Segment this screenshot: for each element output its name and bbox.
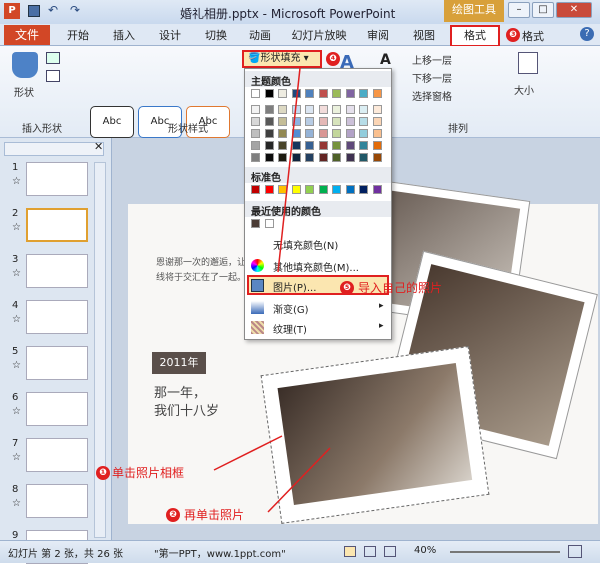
theme-name: "第一PPT，www.1ppt.com" <box>154 549 286 560</box>
fit-slide-icon[interactable] <box>568 545 582 558</box>
zoom-level[interactable]: 40% <box>414 545 436 556</box>
status-bar: 幻灯片 第 2 张，共 26 张 "第一PPT，www.1ppt.com" 40… <box>0 540 600 563</box>
reading-view-icon[interactable] <box>384 546 396 557</box>
zoom-slider[interactable] <box>450 551 560 553</box>
slide-sorter-icon[interactable] <box>364 546 376 557</box>
slide-info: 幻灯片 第 2 张，共 26 张 <box>8 549 123 560</box>
callout-arrows <box>213 67 331 513</box>
normal-view-icon[interactable] <box>344 546 356 557</box>
